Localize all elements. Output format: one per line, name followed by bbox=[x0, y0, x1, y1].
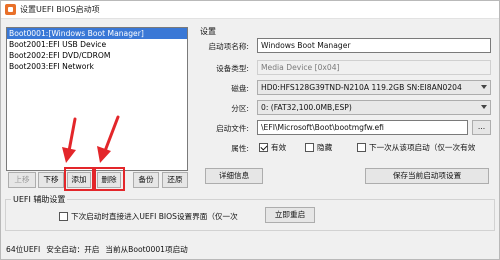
boot-entry-item[interactable]: Boot2001:EFI USB Device bbox=[7, 39, 187, 50]
boot-file-input[interactable]: \EFI\Microsoft\Boot\bootmgfw.efi bbox=[257, 120, 468, 135]
title-bar: 设置UEFI BIOS启动项 bbox=[1, 1, 499, 19]
restore-button[interactable]: 还原 bbox=[162, 172, 188, 188]
details-button[interactable]: 详细信息 bbox=[205, 168, 263, 184]
move-up-button[interactable]: 上移 bbox=[8, 172, 36, 188]
disk-select[interactable]: HD0:HFS128G39TND-N210A 119.2GB SN:EI8AN0… bbox=[257, 80, 491, 95]
boot-name-label: 启动项名称: bbox=[208, 42, 249, 51]
attr-valid-checkbox[interactable]: 有效 bbox=[259, 142, 286, 153]
boot-entry-item[interactable]: Boot2003:EFI Network bbox=[7, 61, 187, 72]
boot-entry-list[interactable]: Boot0001:[Windows Boot Manager] Boot2001… bbox=[6, 27, 188, 171]
chevron-down-icon bbox=[481, 85, 487, 89]
save-settings-button[interactable]: 保存当前启动项设置 bbox=[365, 168, 489, 184]
boot-name-input[interactable]: Windows Boot Manager bbox=[257, 38, 491, 53]
app-icon bbox=[5, 4, 16, 15]
chevron-down-icon bbox=[481, 105, 487, 109]
checkbox-icon bbox=[305, 143, 314, 152]
checkbox-checked-icon bbox=[259, 143, 268, 152]
partition-select-value: 0: (FAT32,100.0MB,ESP) bbox=[261, 103, 352, 112]
attr-hidden-label: 隐藏 bbox=[317, 143, 333, 152]
add-button[interactable]: 添加 bbox=[67, 172, 91, 188]
attr-next-boot-label: 下一次从该项启动（仅一次有效 bbox=[369, 143, 476, 152]
uefi-aux-title: UEFI 辅助设置 bbox=[11, 194, 68, 205]
status-bar: 64位UEFI 安全启动：开启 当前从Boot0001项启动 bbox=[1, 237, 499, 260]
attr-hidden-checkbox[interactable]: 隐藏 bbox=[305, 142, 332, 153]
disk-select-value: HD0:HFS128G39TND-N210A 119.2GB SN:EI8AN0… bbox=[261, 83, 462, 92]
current-boot-status: 当前从Boot0001项启动 bbox=[105, 244, 188, 254]
boot-entry-item[interactable]: Boot0001:[Windows Boot Manager] bbox=[7, 28, 187, 39]
device-type-label: 设备类型: bbox=[216, 64, 249, 73]
delete-button[interactable]: 删除 bbox=[97, 172, 121, 188]
attr-next-boot-checkbox[interactable]: 下一次从该项启动（仅一次有效 bbox=[357, 142, 475, 153]
browse-button[interactable]: ... bbox=[472, 120, 491, 135]
boot-file-label: 启动文件: bbox=[216, 124, 249, 133]
boot-entry-item[interactable]: Boot2002:EFI DVD/CDROM bbox=[7, 50, 187, 61]
secure-boot-status: 安全启动：开启 bbox=[46, 244, 100, 254]
attr-valid-label: 有效 bbox=[271, 143, 287, 152]
enter-bios-label: 下次启动时直接进入UEFI BIOS设置界面（仅一次 bbox=[71, 212, 238, 221]
uefi-bitness-status: 64位UEFI bbox=[6, 244, 41, 254]
settings-title: 设置 bbox=[200, 27, 216, 36]
move-down-button[interactable]: 下移 bbox=[38, 172, 64, 188]
dialog-window: 设置UEFI BIOS启动项 Boot0001:[Windows Boot Ma… bbox=[0, 0, 500, 260]
restart-now-button[interactable]: 立即重启 bbox=[265, 207, 315, 223]
enter-bios-next-boot-checkbox[interactable]: 下次启动时直接进入UEFI BIOS设置界面（仅一次 bbox=[59, 211, 238, 222]
disk-label: 磁盘: bbox=[231, 84, 249, 93]
backup-button[interactable]: 备份 bbox=[133, 172, 159, 188]
device-type-field: Media Device [0x04] bbox=[257, 60, 491, 75]
partition-label: 分区: bbox=[231, 104, 249, 113]
checkbox-icon bbox=[59, 212, 68, 221]
checkbox-icon bbox=[357, 143, 366, 152]
partition-select[interactable]: 0: (FAT32,100.0MB,ESP) bbox=[257, 100, 491, 115]
attributes-label: 属性: bbox=[231, 144, 249, 153]
window-title: 设置UEFI BIOS启动项 bbox=[20, 5, 100, 14]
